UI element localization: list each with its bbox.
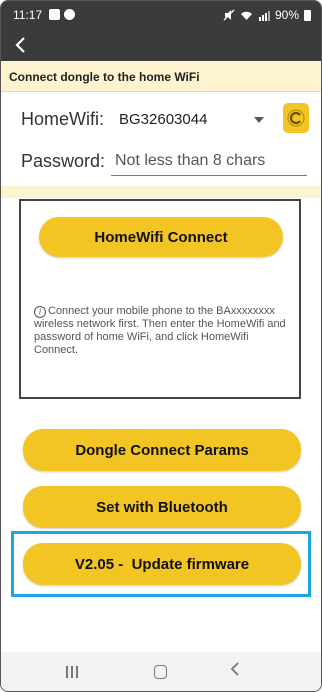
home-wifi-row: HomeWifi: BG32603044 bbox=[1, 99, 321, 139]
system-nav-bar bbox=[1, 652, 321, 691]
battery-percent: 90% bbox=[274, 8, 299, 22]
app-bar bbox=[1, 29, 321, 61]
homewifi-connect-panel: HomeWifi Connect i Connect your mobile ph… bbox=[19, 199, 301, 399]
refresh-button[interactable] bbox=[283, 103, 309, 133]
connect-instructions: i Connect your mobile phone to the BAxxxx… bbox=[34, 305, 290, 357]
cell-signal-icon bbox=[258, 10, 270, 21]
password-label: Password: bbox=[21, 151, 106, 171]
connect-instructions-text: Connect your mobile phone to the BAxxxxx… bbox=[34, 305, 286, 356]
info-icon: i bbox=[34, 306, 46, 318]
dongle-connect-params-button[interactable]: Dongle Connect Params bbox=[23, 429, 301, 471]
battery-icon bbox=[304, 9, 311, 21]
phone-screen: 11:17 90% Connect dongle to the home WiF… bbox=[0, 0, 322, 692]
message-notification-icon bbox=[64, 9, 75, 20]
home-icon[interactable] bbox=[154, 665, 167, 679]
chevron-down-icon[interactable] bbox=[254, 117, 264, 123]
recent-apps-icon[interactable] bbox=[66, 666, 80, 678]
hint-bar: Connect dongle to the home WiFi bbox=[1, 61, 321, 92]
update-firmware-button[interactable]: V2.05 - Update firmware bbox=[23, 543, 301, 585]
homewifi-connect-button[interactable]: HomeWifi Connect bbox=[39, 217, 283, 257]
gallery-notification-icon bbox=[49, 9, 60, 20]
password-field[interactable] bbox=[111, 147, 307, 176]
status-time: 11:17 bbox=[13, 8, 43, 22]
wifi-signal-icon bbox=[240, 11, 252, 20]
ssid-select[interactable]: BG32603044 bbox=[119, 111, 207, 128]
set-with-bluetooth-button[interactable]: Set with Bluetooth bbox=[23, 486, 301, 528]
back-arrow-icon[interactable] bbox=[11, 33, 31, 57]
home-wifi-label: HomeWifi: bbox=[21, 109, 105, 129]
nav-back-icon[interactable] bbox=[229, 659, 241, 683]
password-row: Password: bbox=[1, 145, 321, 185]
status-right: 90% bbox=[223, 8, 311, 22]
hint-text: Connect dongle to the home WiFi bbox=[9, 70, 200, 84]
status-bar: 11:17 90% bbox=[1, 1, 321, 29]
section-divider bbox=[1, 186, 321, 198]
refresh-icon bbox=[287, 109, 305, 127]
mute-icon bbox=[223, 9, 235, 21]
notification-icons bbox=[49, 9, 75, 20]
